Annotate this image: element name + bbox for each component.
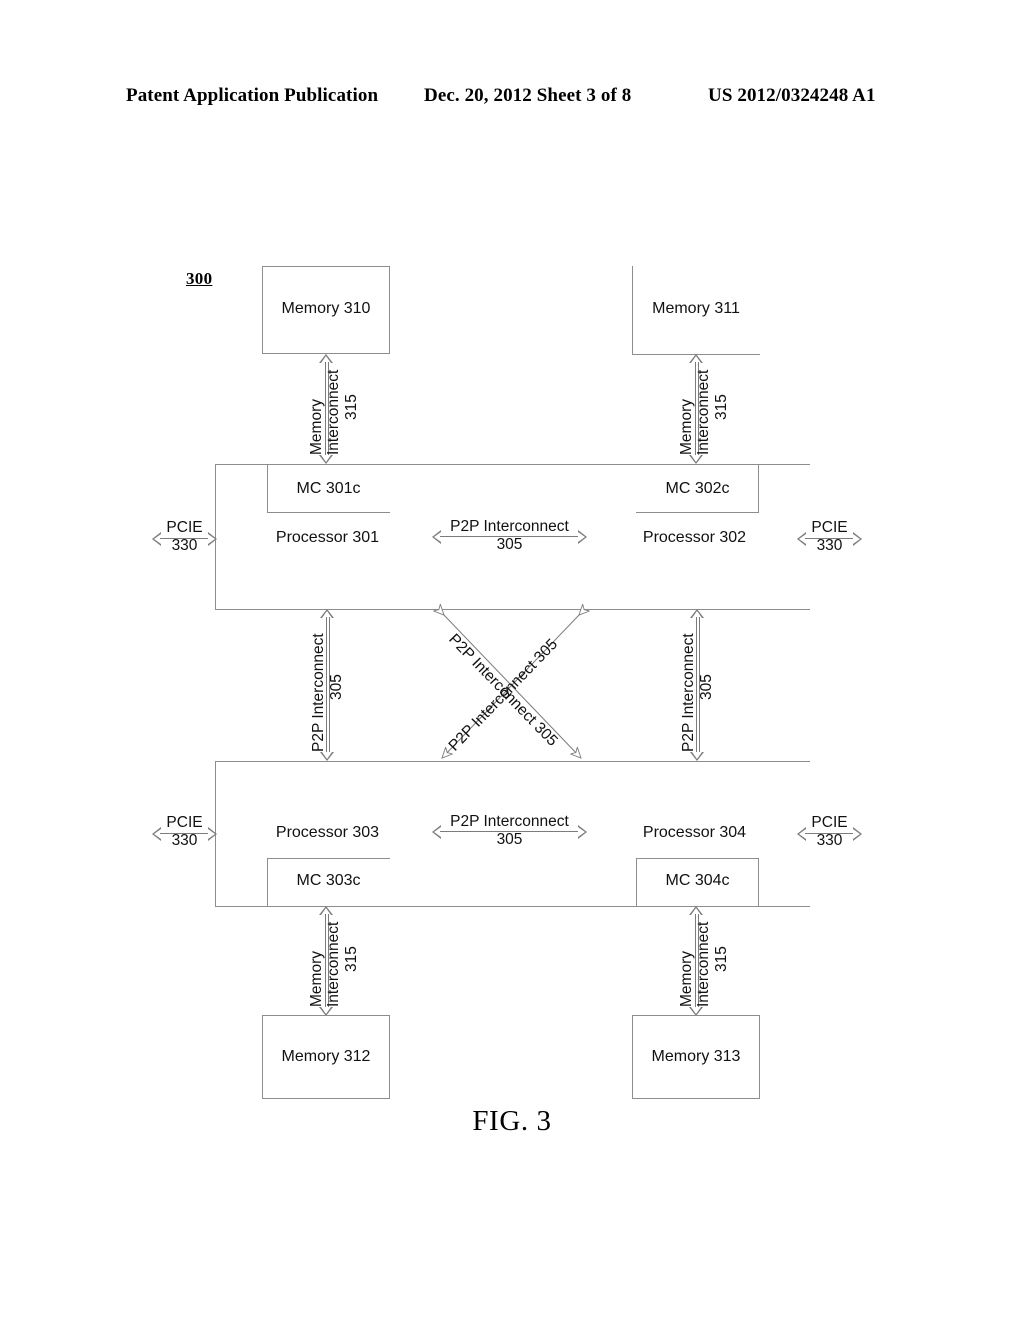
memory-311-label: Memory 311 [652, 300, 740, 317]
figure-caption: FIG. 3 [472, 1105, 552, 1137]
pcie-330-label-top-left: PCIE 330 [166, 519, 203, 554]
processor-302-border-top [585, 464, 810, 465]
processor-303-border-bottom [215, 906, 620, 907]
mc-302c-border-bottom [636, 512, 759, 513]
memory-312-label: Memory 312 [281, 1048, 371, 1065]
mc-302c-label: MC 302c [665, 480, 730, 497]
memory-313-label: Memory 313 [651, 1048, 741, 1065]
processor-301-border-bottom [215, 609, 620, 610]
mc-301c-label: MC 301c [296, 480, 361, 497]
pcie-330-label-top-right: PCIE 330 [811, 519, 848, 554]
figure-3-diagram: 300 Memory 310 Memory 311 Memory Interco… [0, 0, 1024, 1320]
processor-303-border-top [215, 761, 620, 762]
memory-310-label: Memory 310 [281, 300, 371, 317]
processor-304-border-top [585, 761, 810, 762]
processor-302-label: Processor 302 [642, 529, 747, 546]
figure-reference-numeral: 300 [186, 269, 213, 288]
mc-303c-border-top [267, 858, 390, 859]
p2p-interconnect-305-label-bottom: P2P Interconnect 305 [450, 813, 569, 848]
processor-303-label: Processor 303 [275, 824, 380, 841]
processor-304-label: Processor 304 [642, 824, 747, 841]
processor-301-border-top [215, 464, 620, 465]
mc-301c-border-bottom [267, 512, 390, 513]
pcie-330-label-bottom-left: PCIE 330 [166, 814, 203, 849]
pcie-330-label-bottom-right: PCIE 330 [811, 814, 848, 849]
mc-303c-label: MC 303c [296, 872, 361, 889]
p2p-interconnect-305-label-top: P2P Interconnect 305 [450, 518, 569, 553]
mc-304c-label: MC 304c [665, 872, 730, 889]
processor-301-label: Processor 301 [275, 529, 380, 546]
